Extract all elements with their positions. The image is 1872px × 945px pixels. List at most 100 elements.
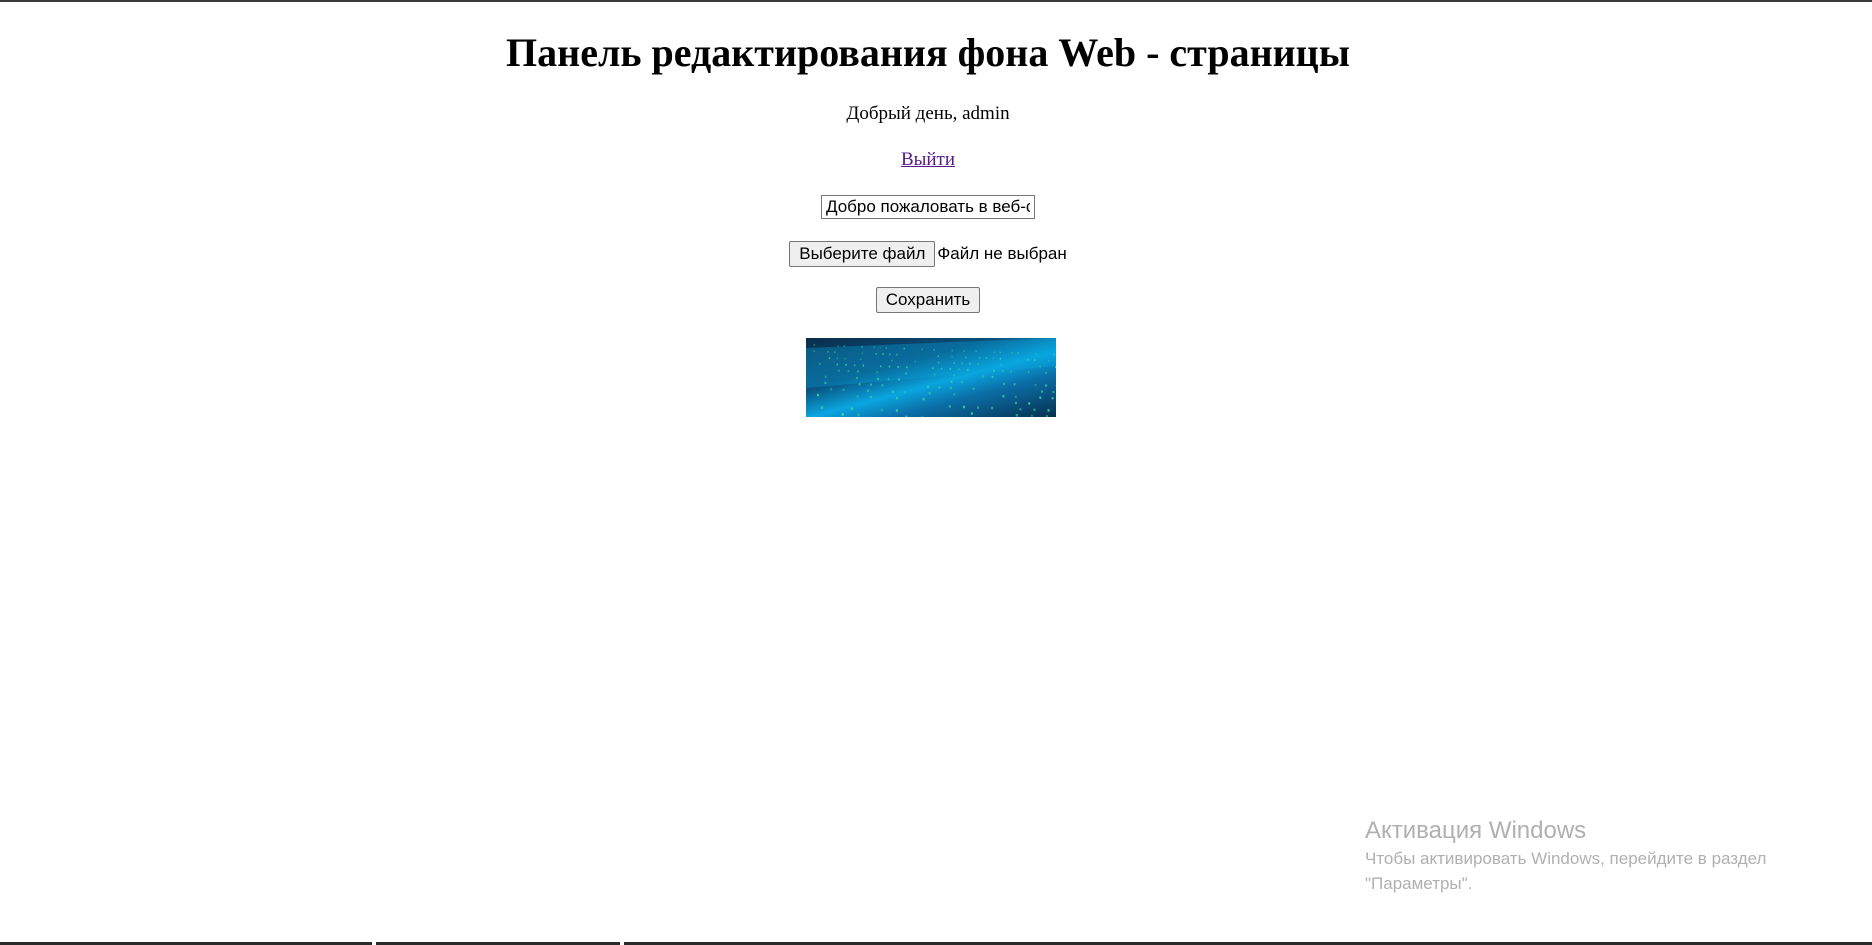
preview-dot (985, 357, 988, 360)
save-row: Сохранить (0, 287, 1856, 313)
preview-dot (856, 395, 859, 398)
preview-dot (1045, 371, 1047, 374)
preview-dot (836, 357, 838, 360)
preview-dot (870, 383, 872, 386)
top-border (0, 0, 1872, 2)
preview-dot (857, 370, 859, 373)
preview-glow-band (806, 338, 1056, 388)
welcome-text-input[interactable] (821, 195, 1035, 219)
preview-dot (1045, 415, 1048, 417)
preview-dot (999, 351, 1001, 354)
preview-dot (842, 388, 845, 391)
preview-dot (937, 355, 939, 358)
preview-dot (879, 346, 881, 349)
preview-dot (1014, 395, 1017, 398)
preview-dot (950, 380, 953, 383)
preview-dot (958, 368, 960, 371)
preview-dot (963, 350, 965, 352)
logout-link[interactable]: Выйти (901, 149, 955, 170)
preview-dot (904, 391, 906, 394)
preview-dot (880, 365, 882, 368)
preview-dot (1015, 401, 1017, 405)
preview-dot (888, 365, 891, 368)
preview-dot (1052, 390, 1055, 394)
preview-dot (975, 350, 977, 353)
preview-dot (869, 395, 872, 399)
preview-dot (934, 373, 936, 376)
preview-dot (1002, 395, 1005, 398)
preview-dot (949, 368, 952, 370)
watermark-line-2: "Параметры". (1365, 874, 1473, 893)
preview-dot (1027, 371, 1030, 374)
preview-dot (932, 367, 934, 370)
preview-dot (991, 375, 994, 378)
preview-dot (1013, 383, 1016, 386)
preview-dot (951, 356, 953, 358)
preview-dot (999, 357, 1001, 360)
preview-dot (953, 362, 955, 364)
preview-dot (830, 388, 833, 391)
preview-dot (903, 347, 905, 350)
preview-dot (993, 369, 995, 372)
preview-dot (921, 416, 924, 417)
preview-dot (1027, 359, 1029, 361)
preview-dot (933, 349, 935, 351)
preview-dot (1051, 397, 1054, 400)
preview-dot (861, 352, 863, 355)
preview-dot (1035, 353, 1037, 355)
save-button[interactable]: Сохранить (875, 287, 981, 313)
preview-dot (1003, 382, 1005, 385)
preview-dot (885, 347, 887, 349)
greeting-text: Добрый день, admin (846, 103, 1010, 124)
preview-dot (896, 353, 898, 356)
preview-dot (1001, 370, 1004, 373)
preview-dot (927, 385, 929, 389)
background-image-graphic (806, 338, 1056, 417)
preview-dot (1019, 408, 1022, 411)
preview-dot (877, 377, 879, 380)
preview-dot (1034, 384, 1037, 387)
preview-dot (951, 349, 953, 352)
preview-dot (853, 364, 856, 367)
preview-dot (979, 357, 981, 359)
preview-dot (895, 409, 898, 412)
preview-dot (838, 369, 840, 372)
preview-dot (850, 407, 853, 410)
preview-dot (858, 383, 861, 386)
preview-dot (928, 392, 931, 395)
preview-dot (819, 362, 821, 365)
preview-dot (876, 371, 879, 374)
preview-dot (1011, 352, 1013, 354)
preview-dot (857, 413, 860, 417)
preview-dot (1017, 352, 1019, 354)
file-picker: Выберите файл Файл не выбран (0, 241, 1856, 267)
preview-dot (834, 351, 836, 353)
preview-dot (949, 386, 952, 389)
preview-dot (882, 353, 884, 355)
preview-dot (961, 362, 963, 365)
preview-dot (837, 345, 839, 347)
preview-dot (847, 370, 850, 373)
preview-dot (982, 375, 984, 378)
preview-dot (836, 363, 838, 366)
preview-dot (914, 360, 916, 363)
preview-dot (1034, 359, 1036, 361)
preview-dot (889, 353, 891, 356)
preview-dot (891, 390, 894, 393)
preview-dot (897, 366, 899, 368)
preview-dot (860, 358, 862, 361)
choose-file-button[interactable]: Выберите файл (789, 241, 936, 267)
preview-dot (898, 378, 900, 381)
preview-dot (880, 408, 883, 412)
preview-dot (969, 362, 971, 365)
preview-dot (967, 368, 969, 371)
background-image-preview (806, 338, 1056, 417)
preview-dot (993, 351, 995, 353)
preview-dot (1039, 365, 1041, 368)
preview-dot (1055, 366, 1056, 368)
preview-dot (1053, 353, 1055, 356)
preview-dot (1045, 384, 1047, 387)
preview-dot (1000, 364, 1002, 366)
preview-dot (905, 415, 908, 417)
preview-dot (827, 351, 829, 353)
